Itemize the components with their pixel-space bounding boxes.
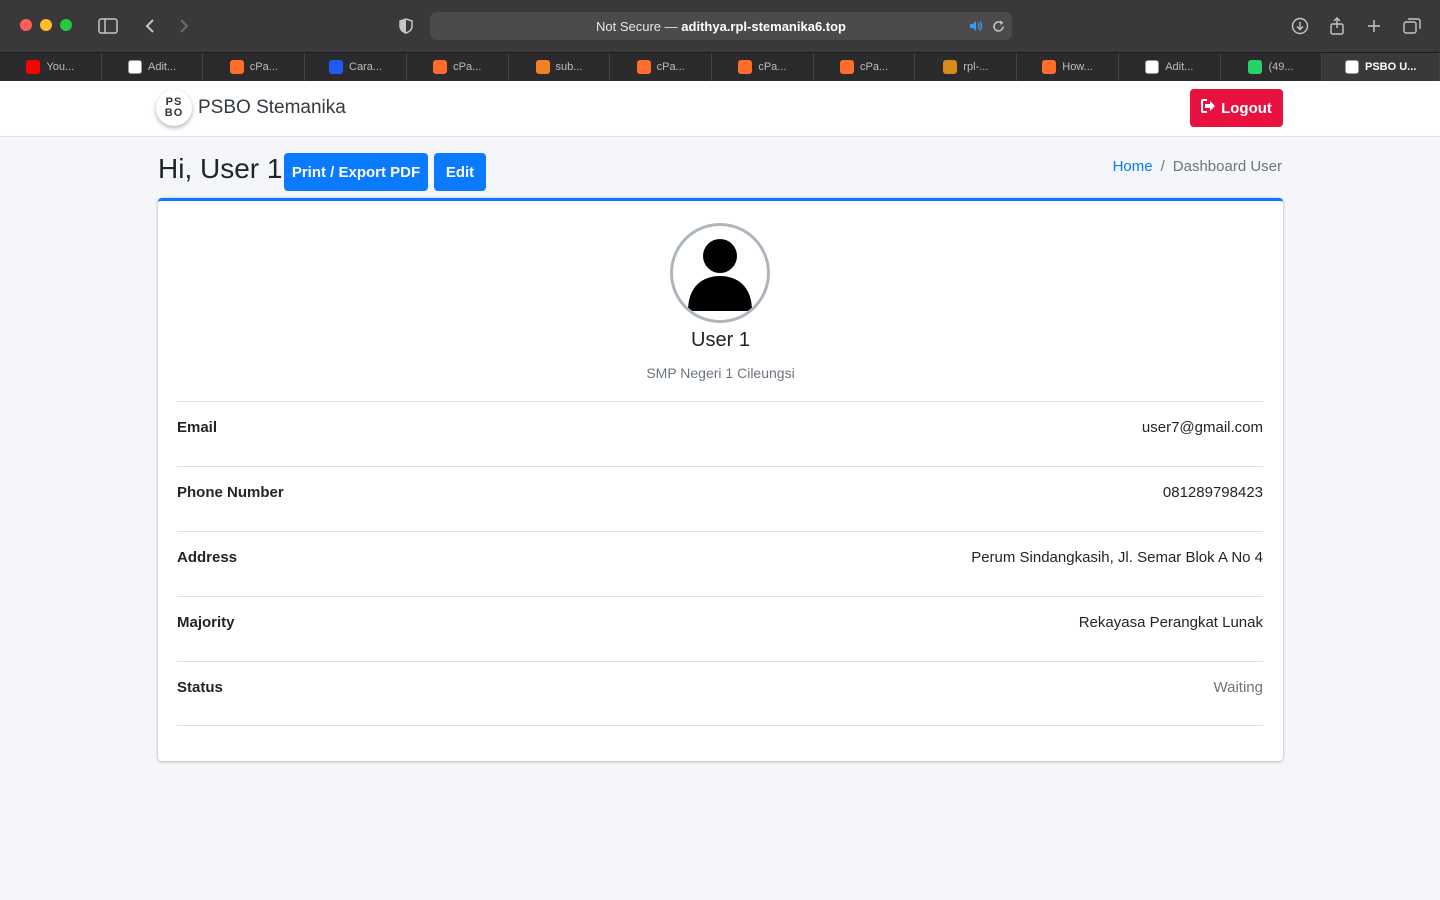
browser-tab[interactable]: You... — [0, 53, 102, 81]
edit-button[interactable]: Edit — [434, 153, 486, 191]
brand-name[interactable]: PSBO Stemanika — [198, 97, 346, 119]
browser-tab[interactable]: rpl-... — [915, 53, 1018, 81]
browser-tab[interactable]: sub... — [509, 53, 611, 81]
profile-card: User 1 SMP Negeri 1 Cileungsi Email user7… — [158, 198, 1283, 761]
breadcrumb-separator: / — [1160, 158, 1165, 175]
browser-tab-label: rpl-... — [963, 61, 989, 73]
privacy-shield-icon[interactable] — [394, 14, 418, 38]
cpanel-icon — [1042, 60, 1057, 74]
info-row: Phone Number 081289798423 — [177, 466, 1263, 531]
browser-tab[interactable]: cPa... — [814, 53, 916, 81]
info-label: Address — [177, 549, 238, 566]
share-icon[interactable] — [1325, 14, 1349, 38]
info-label: Status — [177, 679, 223, 696]
rpl-logo-icon — [943, 60, 958, 74]
url-security-label: Not Secure — — [596, 18, 678, 34]
browser-tab-label: Adit... — [1165, 61, 1194, 73]
browser-tab-label: cPa... — [656, 61, 685, 73]
profile-info-list: Email user7@gmail.com Phone Number 08128979… — [177, 401, 1263, 726]
cpanel-icon — [738, 60, 753, 74]
browser-tab-label: sub... — [555, 61, 583, 73]
breadcrumb-home-link[interactable]: Home — [1113, 158, 1153, 175]
url-domain: adithya.rpl-stemanika6.top — [681, 18, 846, 34]
browser-tab-label: cPa... — [860, 61, 889, 73]
browser-tab-label: cPa... — [249, 61, 278, 73]
browser-tab[interactable]: Adit... — [1119, 53, 1221, 81]
sign-out-icon — [1201, 99, 1216, 117]
github-icon — [128, 60, 143, 74]
tab-overview-icon[interactable] — [1400, 14, 1424, 38]
minimize-window-button[interactable] — [40, 19, 52, 31]
profile-school: SMP Negeri 1 Cileungsi — [646, 365, 795, 381]
page-title: Hi, User 1 — [158, 153, 283, 184]
brand-logo[interactable]: PS BO — [156, 90, 192, 126]
address-bar[interactable]: Not Secure — adithya.rpl-stemanika6.top — [430, 12, 1012, 40]
psbo-icon — [1345, 60, 1359, 74]
downloads-icon[interactable] — [1288, 14, 1312, 38]
browser-tab-label: How... — [1062, 61, 1093, 73]
breadcrumb-current: Dashboard User — [1172, 158, 1282, 175]
logout-button[interactable]: Logout — [1190, 89, 1283, 127]
github-icon — [1145, 60, 1160, 74]
browser-tab-label: Cara... — [349, 61, 383, 73]
info-row: Status Waiting — [177, 661, 1263, 726]
info-label: Majority — [177, 614, 235, 631]
browser-tab-label: You... — [46, 61, 75, 73]
browser-tab-label: PSBO U... — [1365, 61, 1417, 73]
browser-tab[interactable]: How... — [1017, 53, 1119, 81]
reload-icon[interactable] — [990, 18, 1006, 34]
info-value: Waiting — [1213, 679, 1263, 696]
info-label: Phone Number — [177, 484, 284, 501]
browser-tab-label: (49... — [1268, 61, 1294, 73]
blue-app-icon — [329, 60, 343, 74]
info-value: Rekayasa Perangkat Lunak — [1078, 614, 1263, 631]
profile-name: User 1 — [691, 329, 750, 351]
browser-tabbar: You... Adit... cPa... Cara... cPa... sub... cP… — [0, 52, 1440, 81]
browser-tab[interactable]: cPa... — [407, 53, 509, 81]
info-value: 081289798423 — [1162, 484, 1263, 501]
browser-tab[interactable]: Cara... — [305, 53, 407, 81]
cpanel-icon — [433, 60, 448, 74]
back-icon[interactable] — [138, 14, 162, 38]
browser-tab[interactable]: (49... — [1221, 53, 1323, 81]
browser-tab[interactable]: cPa... — [203, 53, 306, 81]
browser-tab-label: cPa... — [453, 61, 482, 73]
forward-icon[interactable] — [172, 14, 196, 38]
close-window-button[interactable] — [20, 19, 32, 31]
whatsapp-icon — [1248, 60, 1263, 74]
zoom-window-button[interactable] — [60, 19, 72, 31]
url-text: Not Secure — adithya.rpl-stemanika6.top — [596, 19, 846, 34]
user-avatar-icon — [670, 223, 770, 323]
logout-label: Logout — [1221, 99, 1272, 117]
new-tab-icon[interactable] — [1362, 14, 1386, 38]
cpanel-icon — [636, 60, 651, 74]
youtube-icon — [26, 60, 41, 74]
browser-tab[interactable]: cPa... — [610, 53, 713, 81]
info-row: Majority Rekayasa Perangkat Lunak — [177, 596, 1263, 661]
info-value: Perum Sindangkasih, Jl. Semar Blok A No … — [971, 549, 1263, 566]
audio-playing-icon[interactable] — [968, 18, 984, 34]
cpanel-icon — [229, 60, 244, 74]
browser-tab-label: Adit... — [148, 61, 177, 73]
info-row: Email user7@gmail.com — [177, 401, 1263, 466]
browser-tab[interactable]: Adit... — [102, 53, 204, 81]
brand-logo-bottom: BO — [164, 107, 184, 119]
browser-tab[interactable]: PSBO U... — [1322, 53, 1440, 81]
breadcrumb: Home / Dashboard User — [1113, 158, 1282, 175]
stackoverflow-icon — [535, 60, 550, 74]
print-export-pdf-button[interactable]: Print / Export PDF — [284, 153, 428, 191]
cpanel-icon — [840, 60, 855, 74]
info-value: user7@gmail.com — [1141, 419, 1263, 436]
info-row: Address Perum Sindangkasih, Jl. Semar Blo… — [177, 531, 1263, 596]
browser-titlebar: Not Secure — adithya.rpl-stemanika6.top — [0, 0, 1440, 52]
top-navbar: PS BO PSBO Stemanika Logout — [0, 81, 1440, 137]
browser-tab[interactable]: cPa... — [712, 53, 814, 81]
info-label: Email — [177, 419, 218, 436]
browser-tab-label: cPa... — [758, 61, 787, 73]
sidebar-toggle-icon[interactable] — [96, 14, 120, 38]
